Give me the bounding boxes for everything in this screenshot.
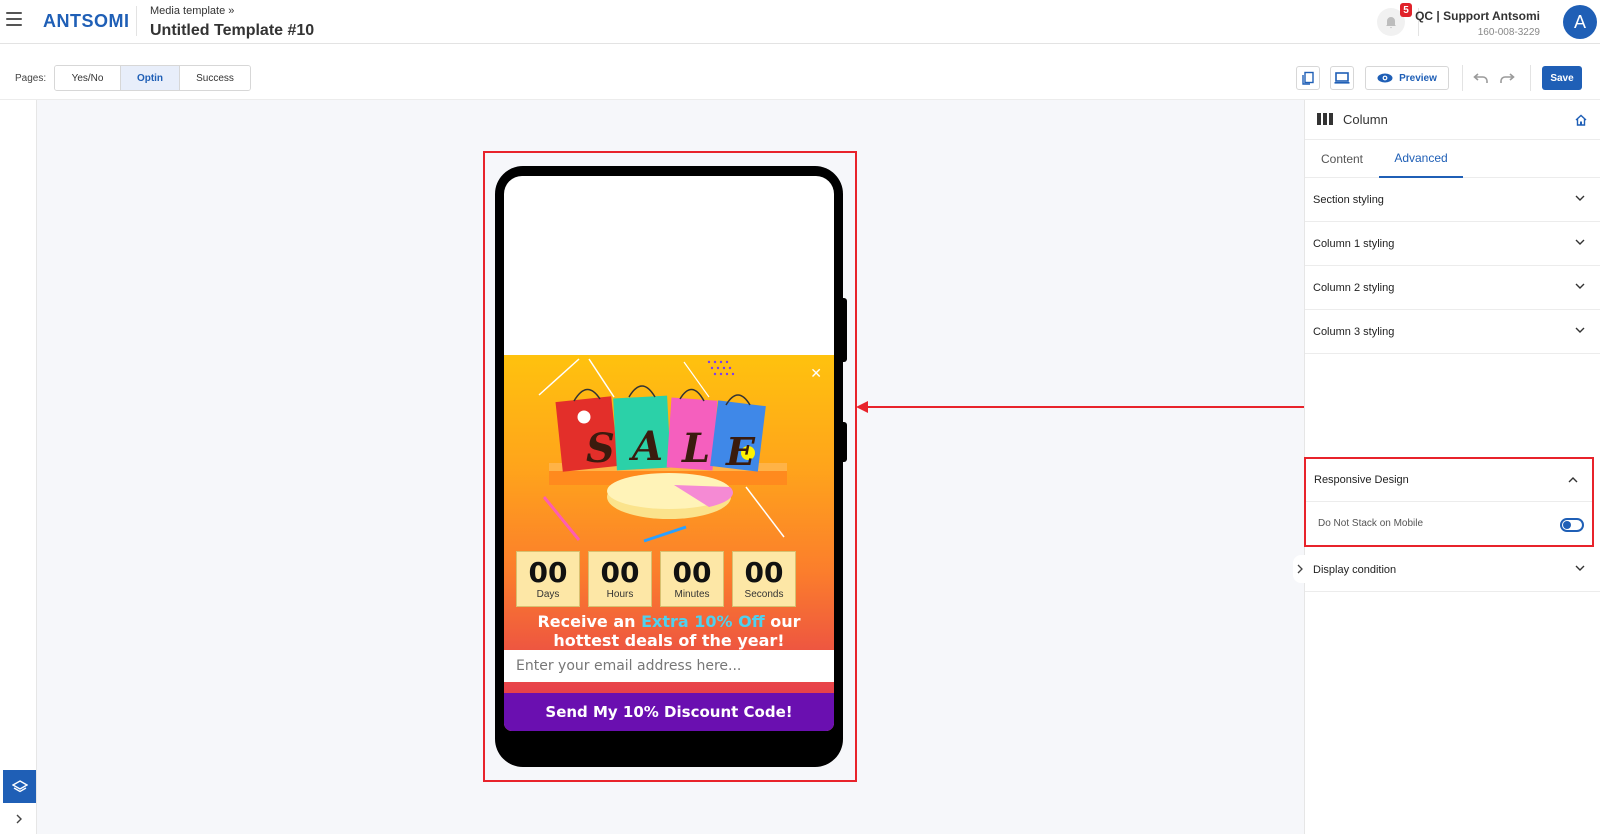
phone-side-button: [841, 422, 847, 462]
countdown-minutes: 00 Minutes: [660, 551, 724, 607]
countdown-value: 00: [672, 555, 712, 589]
mobile-screen: ✕ S A L E 00 Days 00 Hours 00 Minutes 00…: [504, 176, 834, 731]
responsive-design-accordion[interactable]: Responsive Design: [1306, 459, 1592, 502]
home-icon[interactable]: [1571, 110, 1591, 130]
countdown-hours: 00 Hours: [588, 551, 652, 607]
preview-button[interactable]: Preview: [1365, 66, 1449, 90]
countdown-label: Days: [536, 588, 560, 600]
toolbar-divider: [1462, 65, 1463, 91]
account-name[interactable]: QC | Support Antsomi: [1415, 9, 1540, 23]
accordion-label: Column 2 styling: [1313, 281, 1395, 294]
mobile-preview-frame: ✕ S A L E 00 Days 00 Hours 00 Minutes 00…: [495, 166, 847, 767]
column-2-styling-accordion[interactable]: Column 2 styling: [1305, 266, 1600, 310]
page-title[interactable]: Untitled Template #10: [150, 22, 314, 40]
account-id: 160-008-3229: [1477, 27, 1540, 38]
chevron-down-icon: [1575, 283, 1585, 289]
page-tab-optin[interactable]: Optin: [121, 66, 180, 90]
email-field[interactable]: [504, 650, 834, 682]
pages-label: Pages:: [15, 73, 47, 84]
sale-letter-l: L: [682, 425, 711, 472]
headline-text: Receive an: [537, 612, 642, 631]
toolbar-divider: [1530, 65, 1531, 91]
chevron-down-icon: [1575, 239, 1585, 245]
tab-content[interactable]: Content: [1305, 140, 1379, 178]
countdown-label: Minutes: [674, 588, 710, 600]
notification-badge: 5: [1400, 3, 1412, 17]
avatar[interactable]: A: [1563, 5, 1597, 39]
responsive-design-section: Responsive Design Do Not Stack on Mobile: [1304, 457, 1594, 547]
breadcrumb[interactable]: Media template »: [150, 5, 234, 17]
annotation-arrow: [866, 406, 1306, 408]
annotation-arrow-head: [856, 401, 868, 413]
accordion-label: Section styling: [1313, 193, 1384, 206]
do-not-stack-toggle[interactable]: [1560, 518, 1584, 532]
save-button[interactable]: Save: [1542, 66, 1582, 90]
chevron-down-icon: [1575, 565, 1585, 571]
properties-panel: Column Content Advanced Section styling …: [1293, 100, 1600, 834]
sale-letter-e: E: [726, 429, 755, 474]
panel-collapse-toggle[interactable]: [1293, 555, 1307, 583]
sale-letter-a: A: [632, 423, 664, 470]
optin-popup[interactable]: ✕ S A L E 00 Days 00 Hours 00 Minutes 00…: [504, 355, 834, 731]
popup-headline: Receive an Extra 10% Off our hottest dea…: [504, 612, 834, 650]
panel-tabs: Content Advanced: [1305, 140, 1600, 178]
display-condition-accordion[interactable]: Display condition: [1305, 548, 1600, 592]
column-1-styling-accordion[interactable]: Column 1 styling: [1305, 222, 1600, 266]
preview-label: Preview: [1399, 72, 1437, 84]
column-3-styling-accordion[interactable]: Column 3 styling: [1305, 310, 1600, 354]
desktop-view-icon[interactable]: [1330, 66, 1354, 90]
sale-letter-s: S: [586, 425, 615, 472]
countdown-value: 00: [528, 555, 568, 589]
eye-icon: [1377, 73, 1393, 83]
countdown-days: 00 Days: [516, 551, 580, 607]
accordion-label: Display condition: [1313, 563, 1397, 576]
tab-advanced[interactable]: Advanced: [1379, 140, 1463, 178]
section-styling-accordion[interactable]: Section styling: [1305, 178, 1600, 222]
countdown-value: 00: [600, 555, 640, 589]
countdown-label: Seconds: [744, 588, 784, 600]
page-tab-success[interactable]: Success: [180, 66, 250, 90]
option-label: Do Not Stack on Mobile: [1318, 518, 1424, 529]
top-header: ANTSOMI Media template » Untitled Templa…: [0, 0, 1600, 44]
countdown-label: Hours: [606, 588, 634, 600]
chevron-down-icon: [1575, 327, 1585, 333]
countdown-seconds: 00 Seconds: [732, 551, 796, 607]
menu-icon[interactable]: [6, 12, 22, 26]
panel-title: Column: [1343, 112, 1388, 127]
countdown-value: 00: [744, 555, 784, 589]
columns-icon: [1317, 113, 1333, 125]
layers-icon[interactable]: [3, 770, 36, 803]
header-divider: [136, 6, 137, 36]
sale-bags-image[interactable]: [534, 357, 804, 543]
redo-icon[interactable]: [1498, 69, 1516, 87]
copy-icon[interactable]: [1296, 66, 1320, 90]
left-rail: [0, 100, 37, 834]
close-icon[interactable]: ✕: [810, 365, 822, 382]
page-switcher: Yes/No Optin Success: [54, 65, 251, 91]
accordion-label: Column 3 styling: [1313, 325, 1395, 338]
do-not-stack-row: Do Not Stack on Mobile: [1306, 502, 1592, 545]
phone-side-button: [841, 298, 847, 362]
toggle-knob: [1563, 521, 1571, 529]
send-discount-button[interactable]: Send My 10% Discount Code!: [504, 693, 834, 731]
accordion-label: Responsive Design: [1314, 474, 1409, 486]
accordion-label: Column 1 styling: [1313, 237, 1395, 250]
chevron-down-icon: [1575, 195, 1585, 201]
headline-accent: Extra 10% Off: [641, 612, 765, 631]
antsomi-logo[interactable]: ANTSOMI: [43, 11, 130, 32]
editor-toolbar: Pages: Yes/No Optin Success Preview Save: [0, 57, 1600, 100]
chevron-up-icon: [1568, 477, 1578, 483]
undo-icon[interactable]: [1472, 69, 1490, 87]
chevron-right-icon: [1297, 564, 1303, 574]
page-tab-yes-no[interactable]: Yes/No: [55, 66, 121, 90]
countdown-timer: 00 Days 00 Hours 00 Minutes 00 Seconds: [516, 551, 796, 607]
panel-header: Column: [1305, 100, 1600, 140]
chevron-right-icon[interactable]: [12, 812, 26, 826]
